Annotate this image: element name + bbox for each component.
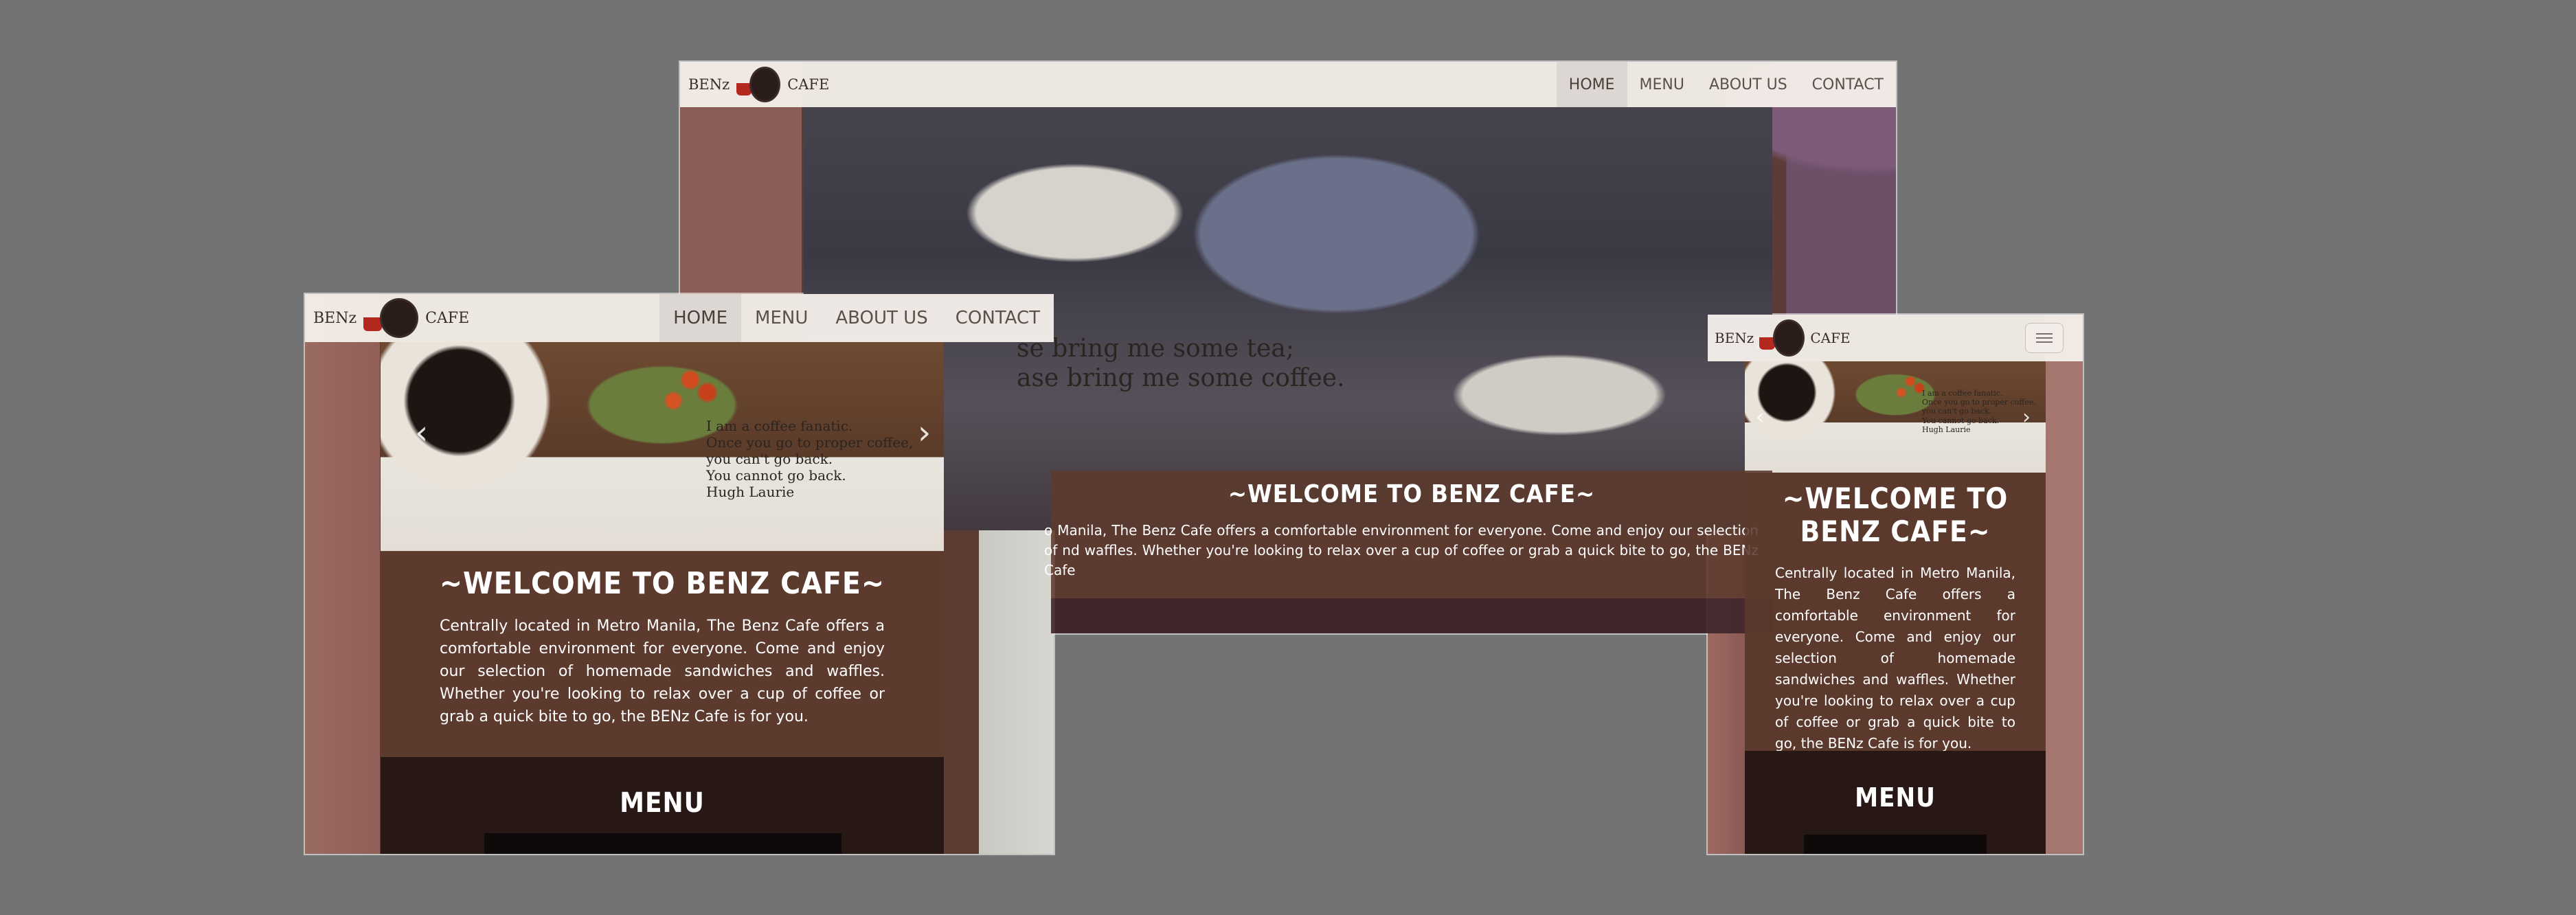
menu-section-bar: [1804, 835, 1987, 854]
coffee-cup-logo-icon: [736, 67, 781, 102]
coffee-cup-logo-icon: [1759, 319, 1805, 357]
brand-logo[interactable]: BENz CAFE: [305, 298, 469, 338]
nav-menu[interactable]: MENU: [741, 294, 822, 342]
slider-prev-icon[interactable]: ‹: [415, 414, 428, 452]
quote-line: se bring me some tea;: [1017, 335, 1294, 363]
coffee-cup-logo-icon: [363, 298, 419, 338]
desktop-welcome-panel: ~WELCOME TO BENZ CAFE~ o Manila, The Ben…: [1044, 471, 1772, 598]
quote-line: you can't go back.: [1922, 407, 1992, 416]
welcome-text: Centrally located in Metro Manila, The B…: [440, 618, 885, 725]
desktop-nav-menu: HOME MENU ABOUT US CONTACT: [1556, 62, 1896, 107]
menu-section-bar: [484, 833, 841, 854]
quote-line: You cannot go back.: [706, 467, 846, 484]
brand-name-left: BENz: [1715, 330, 1754, 346]
desktop-navbar: BENz CAFE HOME MENU ABOUT US CONTACT: [680, 62, 1896, 107]
brand-logo[interactable]: BENz CAFE: [1708, 319, 1851, 357]
hero-quote: I am a coffee fanatic. Once you go to pr…: [706, 418, 913, 500]
quote-line: ase bring me some coffee.: [1017, 364, 1345, 393]
phone-menu-section: MENU: [1745, 751, 2046, 854]
welcome-text: Centrally located in Metro Manila, The B…: [1775, 564, 2015, 752]
tablet-nav-menu: HOME MENU ABOUT US CONTACT: [659, 294, 1054, 342]
phone-navbar: BENz CAFE: [1708, 315, 2083, 361]
brand-name-right: CAFE: [787, 76, 830, 93]
nav-about-us[interactable]: ABOUT US: [1697, 62, 1800, 107]
hamburger-menu-icon[interactable]: [2025, 323, 2064, 353]
brand-name-left: BENz: [313, 309, 357, 327]
phone-welcome-panel: ~WELCOME TO BENZ CAFE~ Centrally located…: [1745, 473, 2046, 752]
nav-menu[interactable]: MENU: [1627, 62, 1697, 107]
quote-author: Hugh Laurie: [1922, 425, 1971, 434]
nav-contact[interactable]: CONTACT: [942, 294, 1054, 342]
nav-home[interactable]: HOME: [1556, 62, 1627, 107]
quote-line: Once you go to proper coffee,: [1922, 398, 2036, 407]
slider-prev-icon[interactable]: ‹: [1756, 405, 1764, 429]
phone-hero-slider: I am a coffee fanatic. Once you go to pr…: [1745, 361, 2046, 473]
quote-line: Once you go to proper coffee,: [706, 434, 914, 451]
welcome-text: o Manila, The Benz Cafe offers a comfort…: [1044, 522, 1759, 578]
nav-about-us[interactable]: ABOUT US: [822, 294, 941, 342]
slider-next-icon[interactable]: ›: [918, 414, 931, 452]
tablet-menu-section: MENU: [381, 757, 944, 854]
brand-logo[interactable]: BENz CAFE: [680, 67, 829, 102]
menu-section-title: MENU: [620, 787, 705, 819]
quote-line: I am a coffee fanatic.: [706, 418, 853, 434]
quote-line: I am a coffee fanatic.: [1922, 389, 2003, 398]
tablet-navbar: BENz CAFE HOME MENU ABOUT US CONTACT: [305, 294, 1054, 342]
quote-author: Hugh Laurie: [706, 484, 795, 500]
welcome-title: ~WELCOME TO BENZ CAFE~: [439, 566, 885, 601]
nav-contact[interactable]: CONTACT: [1800, 62, 1896, 107]
hero-quote: I am a coffee fanatic. Once you go to pr…: [1922, 389, 2036, 434]
tablet-welcome-panel: ~WELCOME TO BENZ CAFE~ Centrally located…: [381, 551, 944, 757]
welcome-title: ~WELCOME TO BENZ CAFE~: [1228, 480, 1596, 508]
quote-line: You cannot go back.: [1922, 416, 2000, 425]
quote-line: you can't go back.: [706, 451, 833, 467]
nav-home[interactable]: HOME: [659, 294, 742, 342]
brand-name-left: BENz: [688, 76, 730, 93]
desktop-lower-strip: [1051, 598, 1772, 633]
tablet-hero-slider: I am a coffee fanatic. Once you go to pr…: [381, 342, 944, 552]
tablet-preview: BENz CAFE HOME MENU ABOUT US CONTACT I a…: [305, 294, 1054, 854]
brand-name-right: CAFE: [1810, 330, 1851, 346]
hero-quote: se bring me some tea; ase bring me some …: [1017, 334, 1345, 393]
brand-name-right: CAFE: [425, 309, 470, 327]
menu-section-title: MENU: [1855, 782, 1936, 813]
phone-preview: BENz CAFE I am a coffee fanatic. Once yo…: [1708, 315, 2083, 854]
slider-next-icon[interactable]: ›: [2022, 405, 2031, 429]
welcome-title: ~WELCOME TO BENZ CAFE~: [1782, 482, 2009, 549]
